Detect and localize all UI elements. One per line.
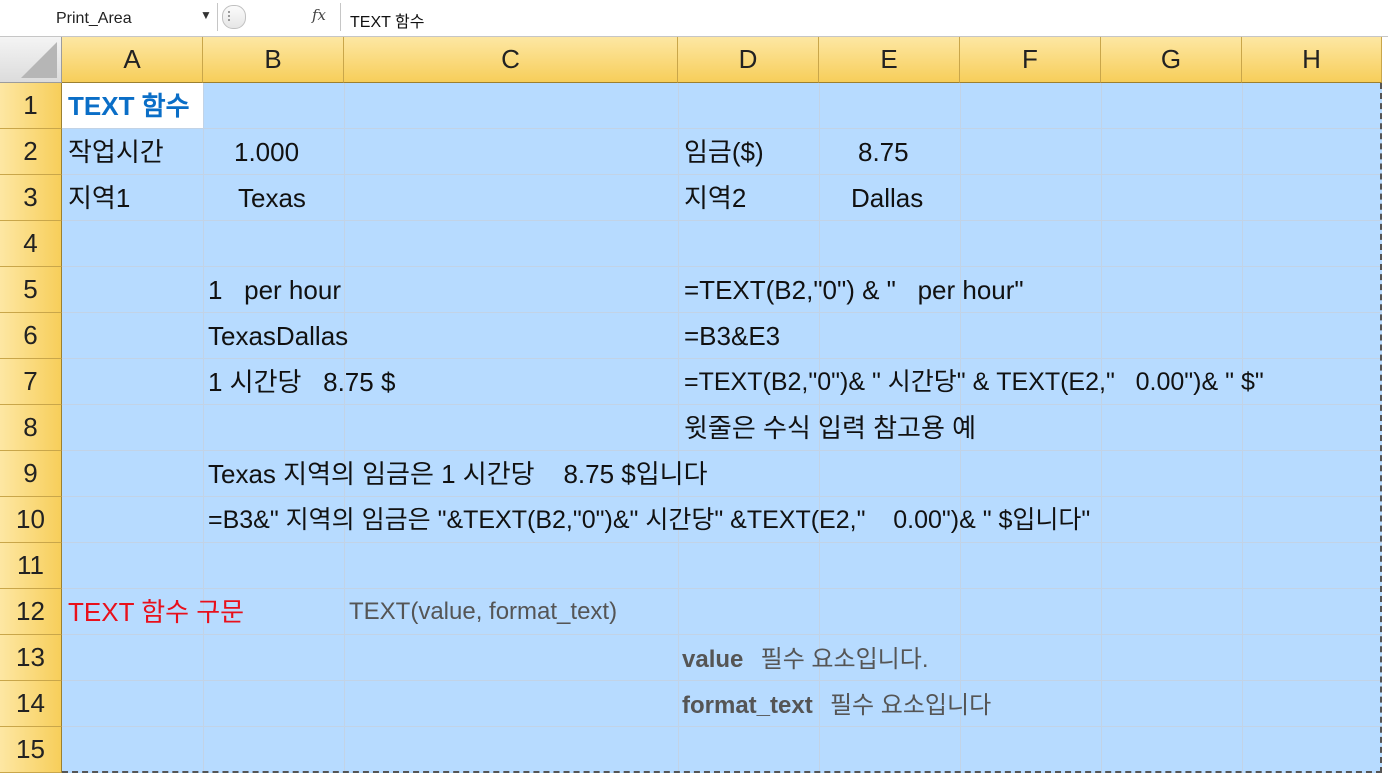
column-header-c[interactable]: C xyxy=(344,37,678,83)
cell-a2[interactable]: 작업시간 xyxy=(68,129,164,175)
cell-a12[interactable]: TEXT 함수 구문 xyxy=(68,589,244,635)
print-area-border-bottom xyxy=(62,771,1382,773)
cell-b9[interactable]: Texas 지역의 임금은 1 시간당 8.75 $입니다 xyxy=(208,451,708,497)
row-header-8[interactable]: 8 xyxy=(0,405,62,451)
param-name-format-text: format_text xyxy=(682,692,813,719)
cell-a1[interactable]: TEXT 함수 xyxy=(68,83,190,129)
formula-input[interactable]: TEXT 함수 xyxy=(350,8,425,32)
column-header-g[interactable]: G xyxy=(1101,37,1242,83)
cell-c12[interactable]: TEXT(value, format_text) xyxy=(349,589,617,635)
name-box[interactable]: Print_Area ▼ xyxy=(0,4,214,32)
row-header-14[interactable]: 14 xyxy=(0,681,62,727)
cell-area[interactable]: TEXT 함수 작업시간 1.000 임금($) 8.75 지역1 Texas … xyxy=(62,83,1382,773)
column-header-a[interactable]: A xyxy=(62,37,203,83)
name-box-value: Print_Area xyxy=(56,10,132,27)
chevron-down-icon[interactable]: ▼ xyxy=(200,8,212,22)
cell-d13[interactable]: value 필수 요소입니다. xyxy=(682,635,929,681)
select-all-button[interactable] xyxy=(0,37,62,83)
cell-b10[interactable]: =B3&" 지역의 임금은 "&TEXT(B2,"0")&" 시간당" &TEX… xyxy=(208,497,1090,543)
cell-b3[interactable]: Texas xyxy=(238,175,306,221)
insert-function-icon[interactable]: fx xyxy=(312,6,326,24)
cell-d6[interactable]: =B3&E3 xyxy=(684,313,780,359)
cell-d8[interactable]: 윗줄은 수식 입력 참고용 예 xyxy=(684,405,976,451)
row-header-3[interactable]: 3 xyxy=(0,175,62,221)
cell-a3[interactable]: 지역1 xyxy=(68,175,130,221)
cell-d5[interactable]: =TEXT(B2,"0") & " per hour" xyxy=(684,267,1024,313)
param-desc-format-text: 필수 요소입니다 xyxy=(829,692,992,719)
column-header-b[interactable]: B xyxy=(203,37,344,83)
row-header-4[interactable]: 4 xyxy=(0,221,62,267)
cell-e2[interactable]: 8.75 xyxy=(858,129,909,175)
spreadsheet-grid: A B C D E F G H 1 2 3 4 5 6 7 8 9 10 11 … xyxy=(0,37,1388,778)
row-header-11[interactable]: 11 xyxy=(0,543,62,589)
row-header-13[interactable]: 13 xyxy=(0,635,62,681)
param-name-value: value xyxy=(682,646,744,673)
column-header-f[interactable]: F xyxy=(960,37,1101,83)
param-desc-value: 필수 요소입니다. xyxy=(760,646,929,673)
cell-d7[interactable]: =TEXT(B2,"0")& " 시간당" & TEXT(E2," 0.00")… xyxy=(684,359,1264,405)
cell-b7[interactable]: 1 시간당 8.75 $ xyxy=(208,359,395,405)
cell-b2[interactable]: 1.000 xyxy=(234,129,299,175)
cell-e3[interactable]: Dallas xyxy=(851,175,923,221)
formula-bar: Print_Area ▼ fx TEXT 함수 xyxy=(0,0,1388,37)
row-header-2[interactable]: 2 xyxy=(0,129,62,175)
print-area-border-right xyxy=(1380,83,1382,773)
row-header-7[interactable]: 7 xyxy=(0,359,62,405)
row-header-9[interactable]: 9 xyxy=(0,451,62,497)
row-header-10[interactable]: 10 xyxy=(0,497,62,543)
row-header-1[interactable]: 1 xyxy=(0,83,62,129)
cell-d2[interactable]: 임금($) xyxy=(684,129,764,175)
column-header-e[interactable]: E xyxy=(819,37,960,83)
cell-b5[interactable]: 1 per hour xyxy=(208,267,341,313)
row-header-12[interactable]: 12 xyxy=(0,589,62,635)
resize-grip-icon[interactable] xyxy=(222,5,246,29)
row-header-5[interactable]: 5 xyxy=(0,267,62,313)
select-all-icon xyxy=(21,42,57,78)
column-header-h[interactable]: H xyxy=(1242,37,1382,83)
cell-d14[interactable]: format_text 필수 요소입니다 xyxy=(682,681,991,727)
row-header-15[interactable]: 15 xyxy=(0,727,62,773)
cell-d3[interactable]: 지역2 xyxy=(684,175,746,221)
row-header-6[interactable]: 6 xyxy=(0,313,62,359)
column-header-d[interactable]: D xyxy=(678,37,819,83)
cell-b6[interactable]: TexasDallas xyxy=(208,313,348,359)
